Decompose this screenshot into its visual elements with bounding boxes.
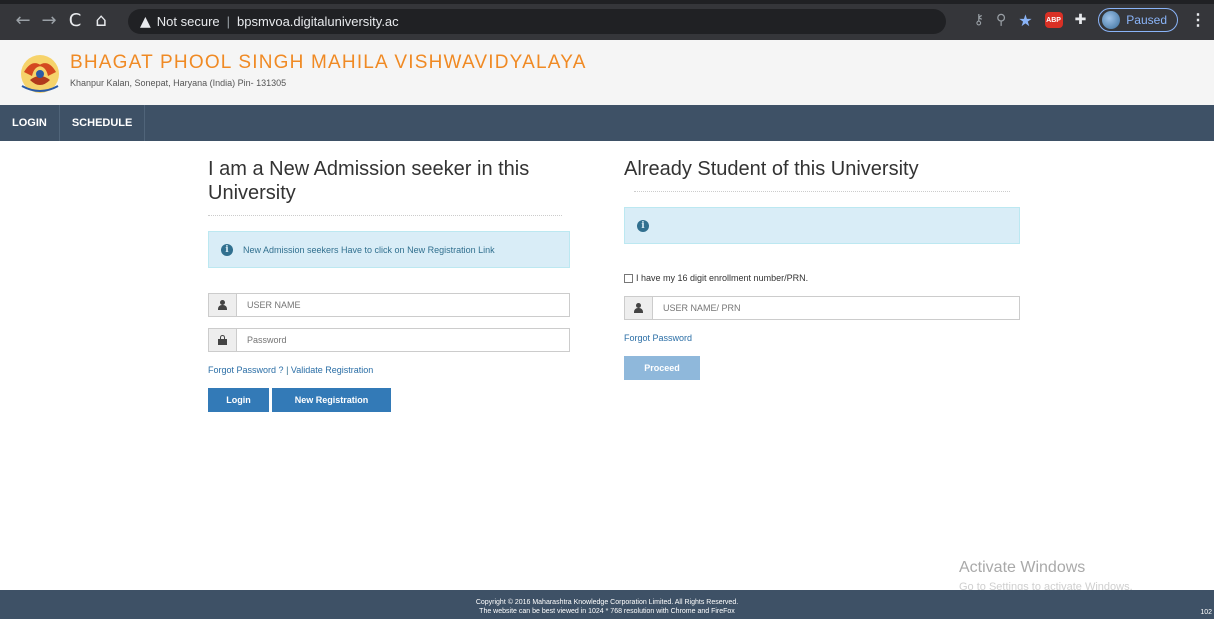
footer-copyright: Copyright © 2016 Maharashtra Knowledge C… bbox=[475, 599, 739, 606]
browser-actions: ⚷ ⚲ ★ ABP ✚ Paused ⋮ bbox=[974, 8, 1206, 32]
university-logo-icon bbox=[21, 55, 59, 93]
footer-browser-note: The website can be best viewed in 1024 *… bbox=[479, 608, 735, 615]
divider bbox=[208, 215, 562, 216]
info-icon: i bbox=[637, 219, 649, 232]
profile-avatar-icon bbox=[1102, 11, 1121, 29]
profile-status-label: Paused bbox=[1126, 13, 1167, 27]
forgot-password-link[interactable]: Forgot Password ? bbox=[208, 365, 284, 375]
validate-registration-link[interactable]: Validate Registration bbox=[291, 365, 373, 375]
student-forgot-password-link[interactable]: Forgot Password bbox=[624, 333, 692, 343]
profile-button[interactable]: Paused bbox=[1098, 8, 1178, 32]
browser-toolbar: ← → C ⌂ ▲ Not secure | bpsmvoa.digitalun… bbox=[0, 0, 1214, 40]
adblock-icon[interactable]: ABP bbox=[1044, 12, 1063, 28]
key-icon[interactable]: ⚷ bbox=[974, 12, 984, 28]
password-input[interactable] bbox=[237, 329, 569, 351]
info-icon: i bbox=[221, 243, 233, 256]
divider bbox=[634, 191, 1010, 192]
proceed-button[interactable]: Proceed bbox=[624, 356, 700, 380]
student-links: Forgot Password bbox=[624, 333, 692, 343]
link-separator: | bbox=[286, 365, 289, 375]
bookmark-star-icon[interactable]: ★ bbox=[1018, 11, 1032, 30]
password-input-group bbox=[208, 328, 570, 352]
existing-student-title: Already Student of this University bbox=[624, 158, 919, 180]
new-registration-button[interactable]: New Registration bbox=[272, 388, 391, 412]
username-input-group bbox=[208, 293, 570, 317]
main-nav: LOGIN SCHEDULE bbox=[0, 105, 1214, 141]
user-icon bbox=[625, 297, 653, 319]
warning-triangle-icon: ▲ bbox=[140, 13, 151, 30]
nav-item-schedule[interactable]: SCHEDULE bbox=[60, 105, 146, 141]
prn-input[interactable] bbox=[653, 297, 1019, 319]
reload-icon[interactable]: C bbox=[62, 10, 88, 31]
tab-strip-edge bbox=[0, 0, 1214, 4]
url-text[interactable]: bpsmvoa.digitaluniversity.ac bbox=[237, 14, 399, 29]
new-admission-title: I am a New Admission seeker in this Univ… bbox=[208, 158, 530, 204]
info-message: New Admission seekers Have to click on N… bbox=[243, 244, 495, 255]
address-bar[interactable]: ▲ Not secure | bpsmvoa.digitaluniversity… bbox=[128, 9, 946, 34]
new-admission-info-alert: i New Admission seekers Have to click on… bbox=[208, 231, 570, 268]
site-header: BHAGAT PHOOL SINGH MAHILA VISHWAVIDYALAY… bbox=[0, 40, 1214, 105]
user-icon bbox=[209, 294, 237, 316]
back-arrow-icon[interactable]: ← bbox=[10, 10, 36, 31]
enrollment-checkbox-row: I have my 16 digit enrollment number/PRN… bbox=[624, 273, 808, 283]
nav-item-login[interactable]: LOGIN bbox=[0, 105, 60, 141]
university-address: Khanpur Kalan, Sonepat, Haryana (India) … bbox=[70, 78, 287, 88]
security-status: Not secure bbox=[156, 14, 220, 29]
site-footer: Copyright © 2016 Maharashtra Knowledge C… bbox=[0, 590, 1214, 619]
username-input[interactable] bbox=[237, 294, 569, 316]
lock-icon bbox=[209, 329, 237, 351]
enrollment-checkbox[interactable] bbox=[624, 273, 633, 283]
enrollment-checkbox-label: I have my 16 digit enrollment number/PRN… bbox=[636, 273, 809, 283]
existing-student-info-alert: i bbox=[624, 207, 1020, 244]
university-name: BHAGAT PHOOL SINGH MAHILA VISHWAVIDYALAY… bbox=[70, 52, 587, 73]
footer-corner-text: 102 bbox=[1200, 609, 1212, 616]
prn-input-group bbox=[624, 296, 1020, 320]
extensions-puzzle-icon[interactable]: ✚ bbox=[1075, 12, 1087, 28]
forward-arrow-icon[interactable]: → bbox=[36, 10, 62, 31]
home-icon[interactable]: ⌂ bbox=[88, 10, 114, 31]
zoom-icon[interactable]: ⚲ bbox=[996, 12, 1006, 28]
address-separator: | bbox=[226, 14, 231, 29]
login-button[interactable]: Login bbox=[208, 388, 269, 412]
more-menu-icon[interactable]: ⋮ bbox=[1190, 10, 1206, 30]
login-links: Forgot Password ? | Validate Registratio… bbox=[208, 365, 373, 375]
activate-windows-title: Activate Windows bbox=[959, 559, 1086, 576]
